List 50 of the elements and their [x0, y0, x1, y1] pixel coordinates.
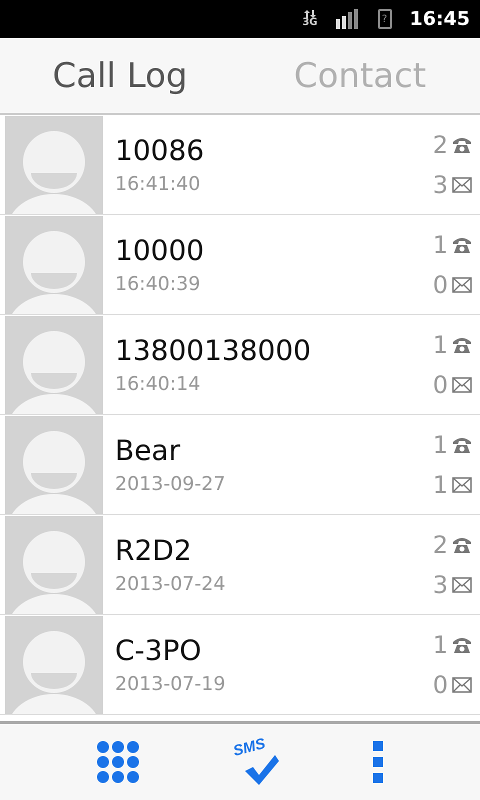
avatar-icon — [5, 316, 103, 414]
contact-name: 13800138000 — [115, 334, 312, 367]
avatar-icon — [5, 616, 103, 714]
overflow-menu-icon[interactable] — [373, 741, 383, 783]
message-count: 0 — [432, 670, 448, 698]
call-count: 1 — [432, 630, 448, 658]
message-count: 3 — [432, 570, 448, 598]
message-count: 0 — [432, 370, 448, 398]
signal-icon — [336, 9, 360, 29]
network-type: 3G — [302, 18, 318, 28]
phone-icon — [452, 236, 472, 254]
contact-name: C-3PO — [115, 634, 202, 667]
call-count: 1 — [432, 230, 448, 258]
phone-icon — [452, 136, 472, 154]
contact-name: 10086 — [115, 134, 206, 167]
envelope-icon — [452, 276, 472, 292]
avatar-icon — [5, 416, 103, 514]
sms-button[interactable]: SMS — [233, 739, 279, 785]
envelope-icon — [452, 576, 472, 592]
call-count: 2 — [432, 530, 448, 558]
avatar-icon — [5, 516, 103, 614]
phone-icon — [452, 636, 472, 654]
phone-icon — [452, 436, 472, 454]
call-count: 2 — [432, 130, 448, 158]
message-count: 1 — [432, 470, 448, 498]
envelope-icon — [452, 676, 472, 692]
call-time: 16:41:40 — [115, 173, 202, 195]
phone-icon — [452, 336, 472, 354]
call-time: 16:40:14 — [115, 373, 202, 395]
call-time: 2013-07-24 — [115, 573, 226, 595]
envelope-icon — [452, 476, 472, 492]
call-count: 1 — [432, 430, 448, 458]
envelope-icon — [452, 376, 472, 392]
contact-name: Bear — [115, 434, 182, 467]
contact-name: R2D2 — [115, 534, 193, 567]
phone-icon — [452, 536, 472, 554]
message-count: 0 — [432, 270, 448, 298]
avatar-icon — [5, 216, 103, 314]
dialpad-icon[interactable] — [97, 741, 139, 783]
clock: 16:45 — [410, 8, 470, 30]
battery-icon: ? — [378, 9, 392, 29]
tab[interactable]: Call Log — [0, 38, 240, 113]
envelope-icon — [452, 176, 472, 192]
data-arrows-icon — [304, 10, 316, 18]
contact-name: 10000 — [115, 234, 206, 267]
message-count: 3 — [432, 170, 448, 198]
call-time: 16:40:39 — [115, 273, 202, 295]
call-time: 2013-09-27 — [115, 473, 226, 495]
call-time: 2013-07-19 — [115, 673, 226, 695]
call-count: 1 — [432, 330, 448, 358]
